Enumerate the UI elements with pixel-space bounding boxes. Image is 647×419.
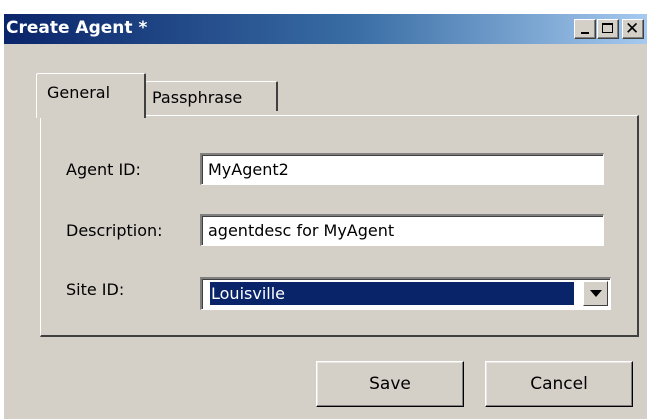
maximize-icon [602, 23, 613, 33]
site-id-selected-value: Louisville [209, 281, 575, 306]
maximize-button[interactable] [597, 19, 619, 39]
minimize-icon [581, 32, 589, 34]
create-agent-dialog: Create Agent * ✕ General Passphrase Agen… [3, 13, 647, 419]
site-id-label: Site ID: [66, 280, 125, 299]
close-icon: ✕ [625, 19, 640, 39]
title-bar[interactable]: Create Agent * ✕ [4, 14, 647, 44]
description-input[interactable] [200, 214, 604, 246]
chevron-down-icon [590, 290, 602, 297]
tab-general[interactable]: General [36, 73, 146, 118]
minimize-button[interactable] [574, 19, 596, 39]
site-id-select[interactable]: Louisville [200, 277, 611, 310]
tab-general-label: General [47, 83, 111, 102]
agent-id-input[interactable] [200, 153, 604, 185]
close-button[interactable]: ✕ [622, 19, 644, 39]
agent-id-label: Agent ID: [66, 160, 141, 179]
window-title: Create Agent * [6, 18, 148, 38]
description-label: Description: [66, 221, 163, 240]
site-id-dropdown-button[interactable] [583, 281, 608, 306]
save-button[interactable]: Save [316, 361, 464, 407]
tab-passphrase-label: Passphrase [152, 88, 243, 107]
tab-passphrase[interactable]: Passphrase [145, 81, 278, 111]
cancel-button[interactable]: Cancel [485, 361, 633, 407]
